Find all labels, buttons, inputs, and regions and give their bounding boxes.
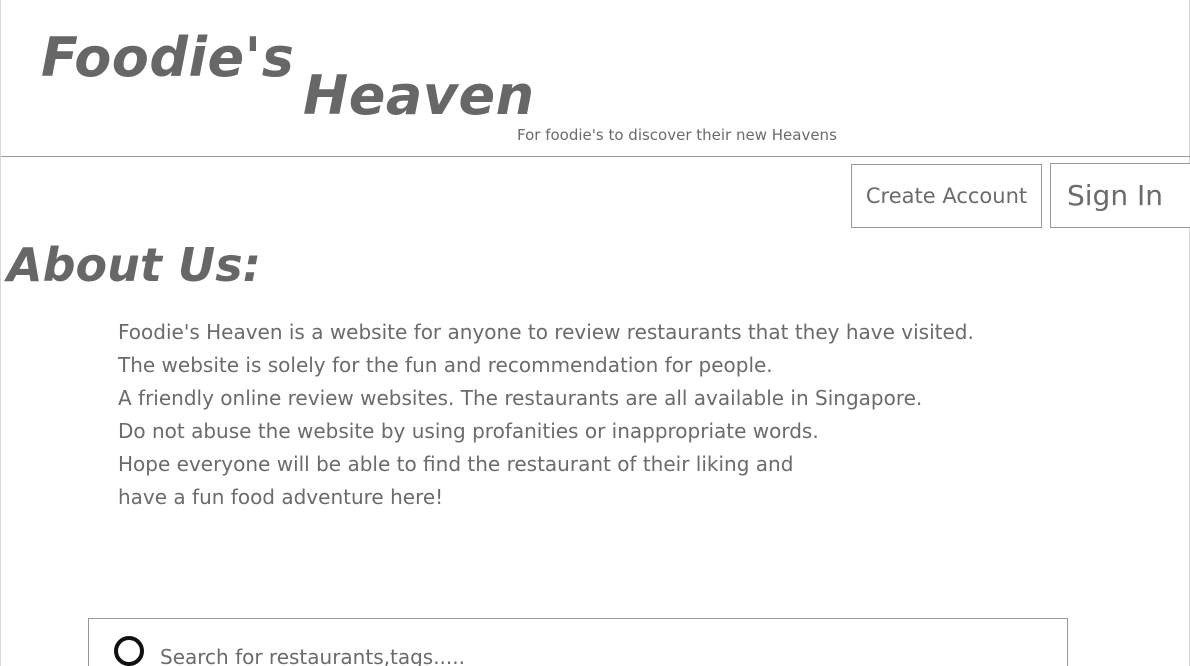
brand-title-foodies[interactable]: Foodie's xyxy=(41,26,294,89)
site-tagline: For foodie's to discover their new Heave… xyxy=(517,126,837,144)
search-placeholder: Search for restaurants,tags..... xyxy=(160,645,465,666)
about-us-heading: About Us: xyxy=(7,238,262,292)
search-icon xyxy=(114,636,144,666)
site-header: Foodie's Heaven For foodie's to discover… xyxy=(1,0,1190,157)
about-line: Hope everyone will be able to find the r… xyxy=(118,452,794,476)
about-line: Foodie's Heaven is a website for anyone … xyxy=(118,320,974,344)
about-line: Do not abuse the website by using profan… xyxy=(118,419,819,443)
about-line: A friendly online review websites. The r… xyxy=(118,386,923,410)
search-input[interactable]: Search for restaurants,tags..... xyxy=(88,618,1068,666)
about-us-text: Foodie's Heaven is a website for anyone … xyxy=(118,316,1078,514)
create-account-button[interactable]: Create Account xyxy=(851,164,1042,228)
about-line: The website is solely for the fun and re… xyxy=(118,353,773,377)
brand-title-heaven[interactable]: Heaven xyxy=(303,64,535,127)
page: Foodie's Heaven For foodie's to discover… xyxy=(0,0,1190,666)
sign-in-button[interactable]: Sign In xyxy=(1050,163,1190,228)
about-line: have a fun food adventure here! xyxy=(118,485,444,509)
